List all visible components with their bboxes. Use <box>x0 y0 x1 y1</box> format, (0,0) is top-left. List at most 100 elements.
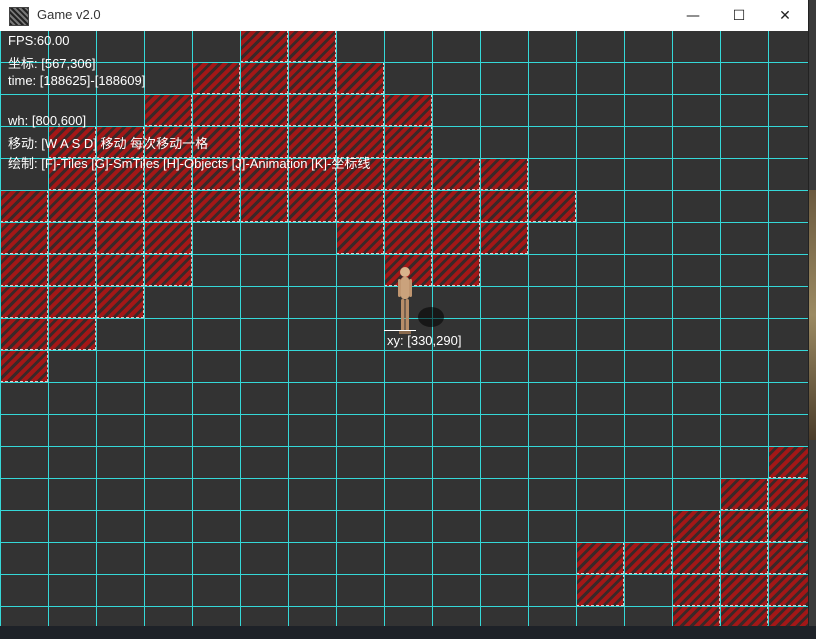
blocked-tile <box>48 222 96 254</box>
blocked-tile <box>192 94 240 126</box>
game-app-icon <box>9 7 29 26</box>
blocked-tile <box>480 190 528 222</box>
grid-line-vertical <box>288 31 289 639</box>
game-canvas[interactable]: FPS:60.00 坐标: [567,306] time: [188625]-[… <box>0 31 808 639</box>
blocked-tile <box>96 222 144 254</box>
close-button[interactable]: ✕ <box>762 0 808 31</box>
blocked-tile <box>768 446 808 478</box>
grid-line-horizontal <box>0 446 808 447</box>
grid-line-horizontal <box>0 414 808 415</box>
blocked-tile <box>384 190 432 222</box>
blocked-tile <box>96 190 144 222</box>
blocked-tile <box>192 190 240 222</box>
grid-line-vertical <box>576 31 577 639</box>
blocked-tile <box>0 222 48 254</box>
blocked-tile <box>528 190 576 222</box>
grid-line-vertical <box>336 31 337 639</box>
grid-line-horizontal <box>0 190 808 191</box>
blocked-tile <box>336 190 384 222</box>
grid-line-vertical <box>480 31 481 639</box>
blocked-tile <box>768 510 808 542</box>
blocked-tile <box>240 62 288 94</box>
player-anchor-line <box>384 330 416 331</box>
blocked-tile <box>432 158 480 190</box>
blocked-tile <box>720 510 768 542</box>
grid-line-vertical <box>96 31 97 639</box>
grid-line-vertical <box>384 31 385 639</box>
blocked-tile <box>672 542 720 574</box>
blocked-tile <box>192 62 240 94</box>
grid-line-horizontal <box>0 510 808 511</box>
blocked-tile <box>48 318 96 350</box>
player-character <box>398 267 412 334</box>
grid-line-vertical <box>192 31 193 639</box>
blocked-tile <box>240 31 288 62</box>
blocked-tile <box>672 574 720 606</box>
window-title: Game v2.0 <box>37 7 101 22</box>
blocked-tile <box>0 254 48 286</box>
grid-line-horizontal <box>0 574 808 575</box>
blocked-tile <box>720 574 768 606</box>
maximize-button[interactable]: ☐ <box>716 0 762 31</box>
blocked-tile <box>0 286 48 318</box>
size-readout: wh: [800,600] <box>8 113 87 128</box>
blocked-tile <box>48 254 96 286</box>
blocked-tile <box>144 222 192 254</box>
draw-help: 绘制: [F]-Tiles [G]-SmTiles [H]-Objects [J… <box>8 156 371 171</box>
grid-line-vertical <box>768 31 769 639</box>
title-bar[interactable]: Game v2.0 — ☐ ✕ <box>0 0 808 32</box>
blocked-tile <box>480 158 528 190</box>
blocked-tile <box>384 126 432 158</box>
grid-line-horizontal <box>0 254 808 255</box>
blocked-tile <box>432 254 480 286</box>
blocked-tile <box>144 94 192 126</box>
blocked-tile <box>96 286 144 318</box>
player-xy-label: xy: [330,290] <box>387 333 462 348</box>
blocked-tile <box>288 31 336 62</box>
blocked-tile <box>96 254 144 286</box>
blocked-tile <box>240 94 288 126</box>
blocked-tile <box>384 94 432 126</box>
coords-readout: 坐标: [567,306] <box>8 56 96 71</box>
blocked-tile <box>0 350 48 382</box>
blocked-tile <box>432 222 480 254</box>
blocked-tile <box>672 510 720 542</box>
blocked-tile <box>720 478 768 510</box>
blocked-tile <box>144 190 192 222</box>
grid-line-vertical <box>240 31 241 639</box>
grid-line-horizontal <box>0 94 808 95</box>
background-editor-strip <box>0 626 816 639</box>
grid-line-vertical <box>720 31 721 639</box>
blocked-tile <box>48 190 96 222</box>
grid-line-horizontal <box>0 350 808 351</box>
blocked-tile <box>720 542 768 574</box>
blocked-tile <box>336 62 384 94</box>
grid-line-vertical <box>624 31 625 639</box>
blocked-tile <box>576 574 624 606</box>
blocked-tile <box>288 190 336 222</box>
grid-line-horizontal <box>0 382 808 383</box>
fps-readout: FPS:60.00 <box>8 33 70 48</box>
blocked-tile <box>432 190 480 222</box>
blocked-tile <box>768 478 808 510</box>
blocked-tile <box>288 62 336 94</box>
blocked-tile <box>384 158 432 190</box>
player-shadow <box>418 307 444 327</box>
blocked-tile <box>576 542 624 574</box>
blocked-tile <box>336 94 384 126</box>
blocked-tile <box>768 574 808 606</box>
move-help: 移动: [W A S D] 移动 每次移动一格 <box>8 136 209 151</box>
background-window-image <box>809 190 816 440</box>
grid-line-vertical <box>144 31 145 639</box>
blocked-tile <box>624 542 672 574</box>
blocked-tile <box>480 222 528 254</box>
grid-line-horizontal <box>0 606 808 607</box>
game-window: Game v2.0 — ☐ ✕ FPS:60.00 坐标: [567,306] … <box>0 0 809 639</box>
grid-line-vertical <box>0 31 1 639</box>
minimize-button[interactable]: — <box>670 0 716 31</box>
time-readout: time: [188625]-[188609] <box>8 73 146 88</box>
grid-line-horizontal <box>0 478 808 479</box>
grid-line-vertical <box>672 31 673 639</box>
blocked-tile <box>336 222 384 254</box>
blocked-tile <box>384 222 432 254</box>
